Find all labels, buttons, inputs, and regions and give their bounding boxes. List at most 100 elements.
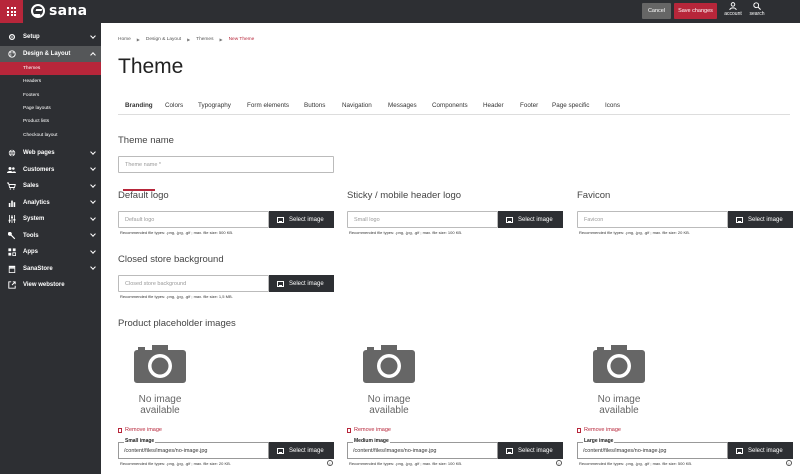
no-image-text: available	[140, 405, 180, 416]
sidebar-subitem-product-lists[interactable]: Product lists	[0, 115, 101, 128]
small-image-select-button[interactable]: Select image	[269, 442, 334, 459]
wrench-icon	[7, 231, 16, 240]
sidebar-item-label: Customers	[23, 166, 55, 173]
default-logo-select-button[interactable]: Select image	[269, 211, 334, 228]
remove-image-label: Remove image	[354, 427, 391, 433]
favicon-input[interactable]: Favicon	[577, 211, 728, 228]
sidebar-item-customers[interactable]: Customers	[0, 161, 101, 178]
account-button[interactable]: account	[721, 2, 745, 21]
info-icon[interactable]: i	[556, 460, 562, 466]
sidebar-subitem-page-layouts[interactable]: Page layouts	[0, 102, 101, 115]
sidebar-subitem-themes[interactable]: Themes	[0, 62, 101, 76]
closed-store-select-button[interactable]: Select image	[269, 275, 334, 292]
chevron-down-icon	[90, 214, 96, 221]
sidebar-item-sanastore[interactable]: SanaStore	[0, 260, 101, 277]
large-image-input[interactable]: Large image/content/files/images/no-imag…	[577, 438, 728, 459]
large-no-image-preview: No image available	[591, 345, 647, 416]
image-icon	[277, 447, 284, 454]
chevron-right-icon: ▶	[187, 37, 191, 42]
default-logo-input[interactable]: Default logo	[118, 211, 269, 228]
favicon-select-button[interactable]: Select image	[728, 211, 793, 228]
closed-store-input[interactable]: Closed store background	[118, 275, 269, 292]
tab-colors[interactable]: Colors	[165, 102, 183, 109]
sidebar-item-analytics[interactable]: Analytics	[0, 194, 101, 211]
apps-menu-button[interactable]	[0, 0, 23, 23]
info-icon[interactable]: i	[786, 460, 792, 466]
medium-remove-image-link[interactable]: Remove image	[347, 427, 391, 433]
small-image-input[interactable]: Small image/content/files/images/no-imag…	[118, 438, 269, 459]
sticky-logo-input[interactable]: Small logo	[347, 211, 498, 228]
breadcrumb-home[interactable]: Home	[118, 37, 131, 42]
tab-form-elements[interactable]: Form elements	[247, 102, 289, 109]
tab-components[interactable]: Components	[432, 102, 468, 109]
trash-icon	[118, 427, 122, 433]
large-image-select-button[interactable]: Select image	[728, 442, 793, 459]
external-link-icon	[7, 281, 16, 290]
globe-icon	[7, 149, 16, 158]
large-remove-image-link[interactable]: Remove image	[577, 427, 621, 433]
sidebar-item-label: Web pages	[23, 150, 55, 157]
tab-page-specific[interactable]: Page specific	[552, 102, 589, 109]
medium-image-hint: Recommended file types: .png, .jpg, .gif…	[349, 461, 463, 466]
image-icon	[506, 216, 513, 223]
sidebar-item-web-pages[interactable]: Web pages	[0, 145, 101, 162]
main-content: Home ▶ Design & Layout ▶ Themes ▶ New Th…	[101, 23, 800, 474]
sidebar-item-label: SanaStore	[23, 265, 53, 272]
select-image-label: Select image	[748, 447, 783, 454]
sidebar-item-label: Sales	[23, 183, 39, 190]
sidebar-subitem-footers[interactable]: Footers	[0, 89, 101, 102]
palette-icon	[7, 49, 16, 58]
top-bar: sana Cancel Save changes account search	[0, 0, 800, 23]
large-image-label: Large image	[583, 438, 615, 444]
sidebar-item-design-layout[interactable]: Design & Layout	[0, 45, 101, 62]
no-image-text: No image	[367, 394, 411, 405]
camera-icon	[593, 345, 645, 383]
sidebar-subitem-headers[interactable]: Headers	[0, 75, 101, 88]
breadcrumb-themes[interactable]: Themes	[196, 37, 213, 42]
select-image-label: Select image	[518, 216, 553, 223]
chevron-down-icon	[90, 231, 96, 238]
search-button[interactable]: search	[745, 2, 769, 21]
trash-icon	[577, 427, 581, 433]
tab-footer[interactable]: Footer	[520, 102, 538, 109]
sidebar-item-label: Tools	[23, 232, 39, 239]
image-icon	[277, 216, 284, 223]
save-changes-button[interactable]: Save changes	[674, 3, 717, 19]
medium-image-input[interactable]: Medium image/content/files/images/no-ima…	[347, 438, 498, 459]
tab-navigation[interactable]: Navigation	[342, 102, 372, 109]
sidebar-subitem-checkout-layout[interactable]: Checkout layout	[0, 128, 101, 141]
chevron-down-icon	[90, 247, 96, 254]
medium-image-select-button[interactable]: Select image	[498, 442, 563, 459]
chevron-down-icon	[90, 165, 96, 172]
no-image-text: No image	[138, 394, 182, 405]
tab-branding[interactable]: Branding	[125, 102, 153, 109]
medium-image-value: /content/files/images/no-image.jpg	[353, 447, 437, 454]
image-icon	[736, 447, 743, 454]
sticky-logo-select-button[interactable]: Select image	[498, 211, 563, 228]
sidebar-item-system[interactable]: System	[0, 211, 101, 228]
sidebar-item-tools[interactable]: Tools	[0, 227, 101, 244]
breadcrumb-design-layout[interactable]: Design & Layout	[146, 37, 181, 42]
sidebar-item-setup[interactable]: Setup	[0, 29, 101, 46]
tab-header[interactable]: Header	[483, 102, 504, 109]
sidebar-item-label: Analytics	[23, 199, 50, 206]
tab-icons[interactable]: Icons	[605, 102, 620, 109]
sidebar-item-sales[interactable]: Sales	[0, 178, 101, 195]
remove-image-label: Remove image	[584, 427, 621, 433]
tab-buttons[interactable]: Buttons	[304, 102, 325, 109]
apps-icon	[7, 248, 16, 257]
small-image-label: Small image	[124, 438, 156, 444]
sidebar-item-view-webstore[interactable]: View webstore	[0, 277, 101, 294]
medium-no-image-preview: No image available	[361, 345, 417, 416]
sidebar-item-label: System	[23, 216, 45, 223]
info-icon[interactable]: i	[327, 460, 333, 466]
sliders-icon	[7, 215, 16, 224]
tab-typography[interactable]: Typography	[198, 102, 231, 109]
theme-name-input[interactable]: Theme name *	[118, 156, 334, 173]
small-remove-image-link[interactable]: Remove image	[118, 427, 162, 433]
tab-messages[interactable]: Messages	[388, 102, 417, 109]
cancel-button[interactable]: Cancel	[642, 3, 671, 19]
store-icon	[7, 264, 16, 273]
sidebar-item-apps[interactable]: Apps	[0, 244, 101, 261]
brand-logo[interactable]: sana	[31, 3, 87, 19]
